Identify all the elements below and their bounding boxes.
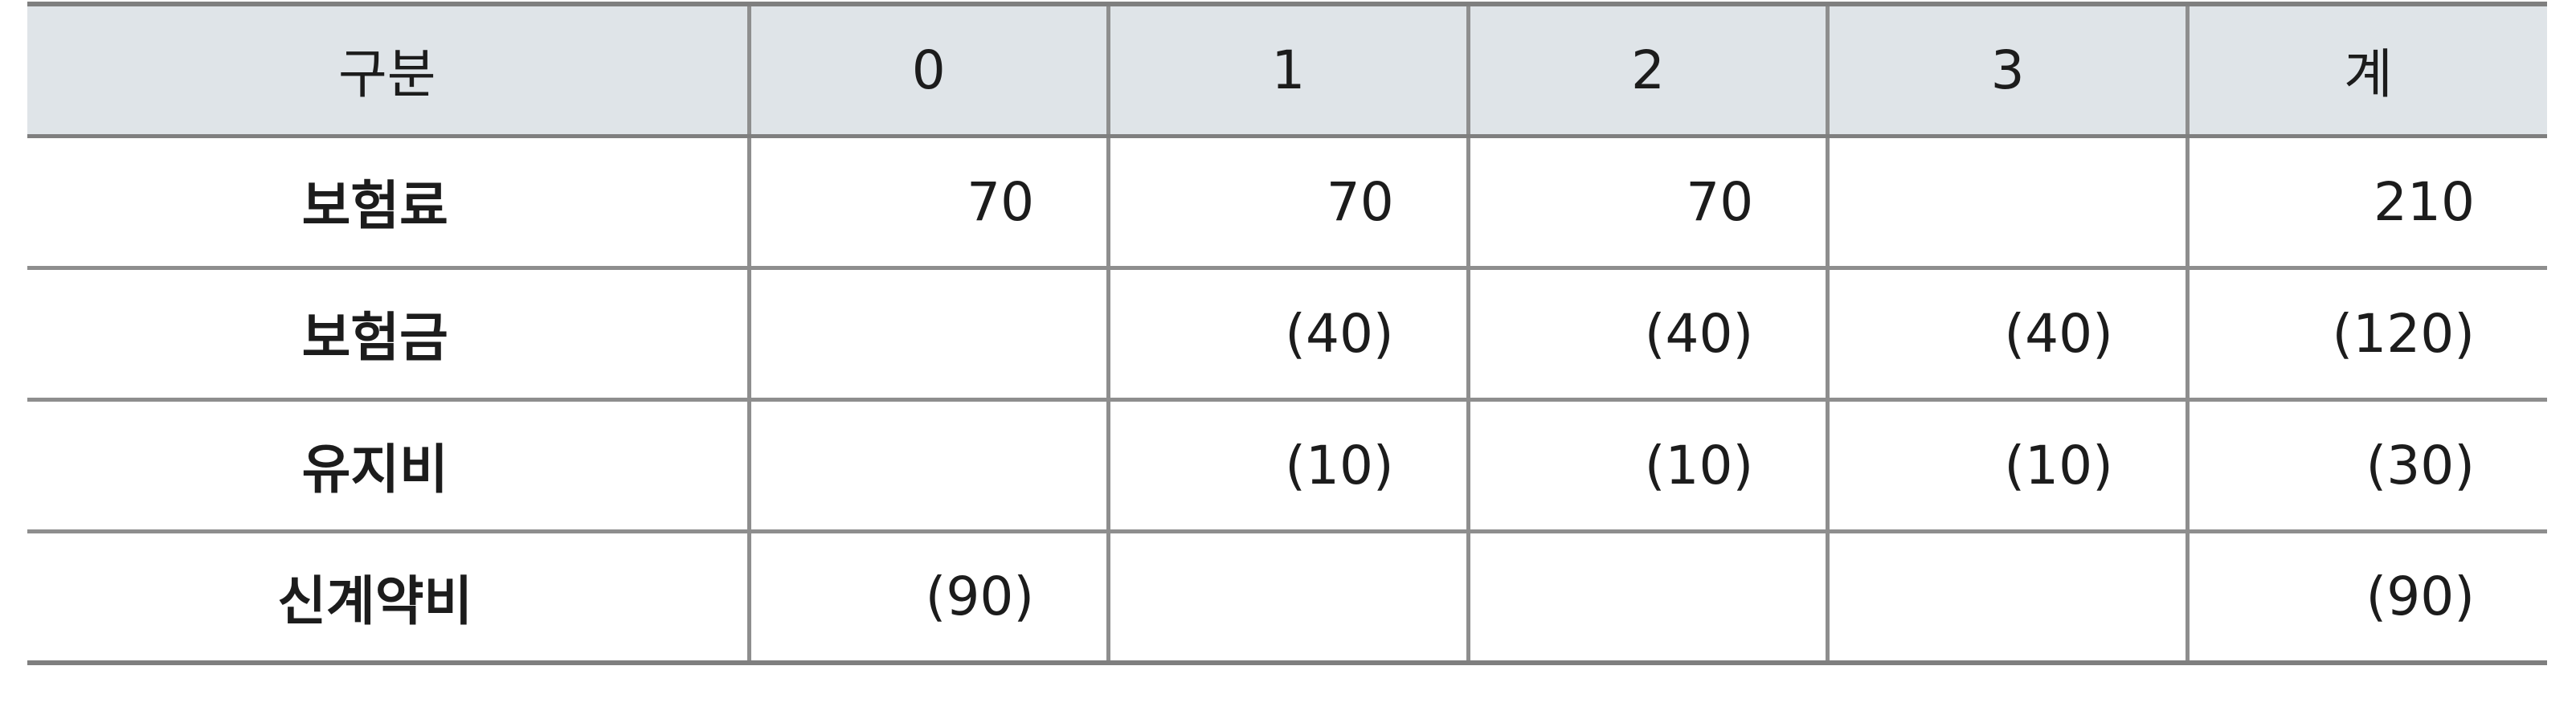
header-row: 구분 0 1 2 3 계 [27,2,2547,138]
table-cell: (40) [1106,268,1469,402]
table-cell: 70 [746,136,1109,270]
table-row-premium: 보험료 70 70 70 210 [27,136,2547,270]
header-period-3: 3 [1826,2,2188,138]
header-period-0: 0 [746,2,1109,138]
table-cell [1826,136,2188,270]
table-cell: (10) [1466,399,1828,533]
header-total: 계 [2185,2,2547,138]
table-cell [1106,531,1469,665]
table-cell: (90) [746,531,1109,665]
table-cell-total: 210 [2185,136,2547,270]
row-label: 보험금 [27,268,749,402]
row-label: 유지비 [27,399,749,533]
row-label: 신계약비 [27,531,749,665]
header-period-2: 2 [1466,2,1828,138]
table-cell: (10) [1106,399,1469,533]
row-label: 보험료 [27,136,749,270]
cash-flow-table-container: 구분 0 1 2 3 계 보험료 70 70 70 210 보험금 (40) ( [27,2,2547,665]
table-cell-total: (120) [2185,268,2547,402]
table-cell: (40) [1466,268,1828,402]
header-category: 구분 [27,2,749,138]
table-cell: (40) [1826,268,2188,402]
cash-flow-table: 구분 0 1 2 3 계 보험료 70 70 70 210 보험금 (40) ( [27,2,2547,665]
header-period-1: 1 [1106,2,1469,138]
table-cell: (10) [1826,399,2188,533]
table-cell [746,268,1109,402]
table-cell [746,399,1109,533]
table-row-claims: 보험금 (40) (40) (40) (120) [27,268,2547,402]
table-cell [1826,531,2188,665]
table-row-acquisition: 신계약비 (90) (90) [27,531,2547,665]
table-cell [1466,531,1828,665]
table-cell: 70 [1106,136,1469,270]
table-cell-total: (90) [2185,531,2547,665]
table-cell-total: (30) [2185,399,2547,533]
table-cell: 70 [1466,136,1828,270]
table-row-maintenance: 유지비 (10) (10) (10) (30) [27,399,2547,533]
